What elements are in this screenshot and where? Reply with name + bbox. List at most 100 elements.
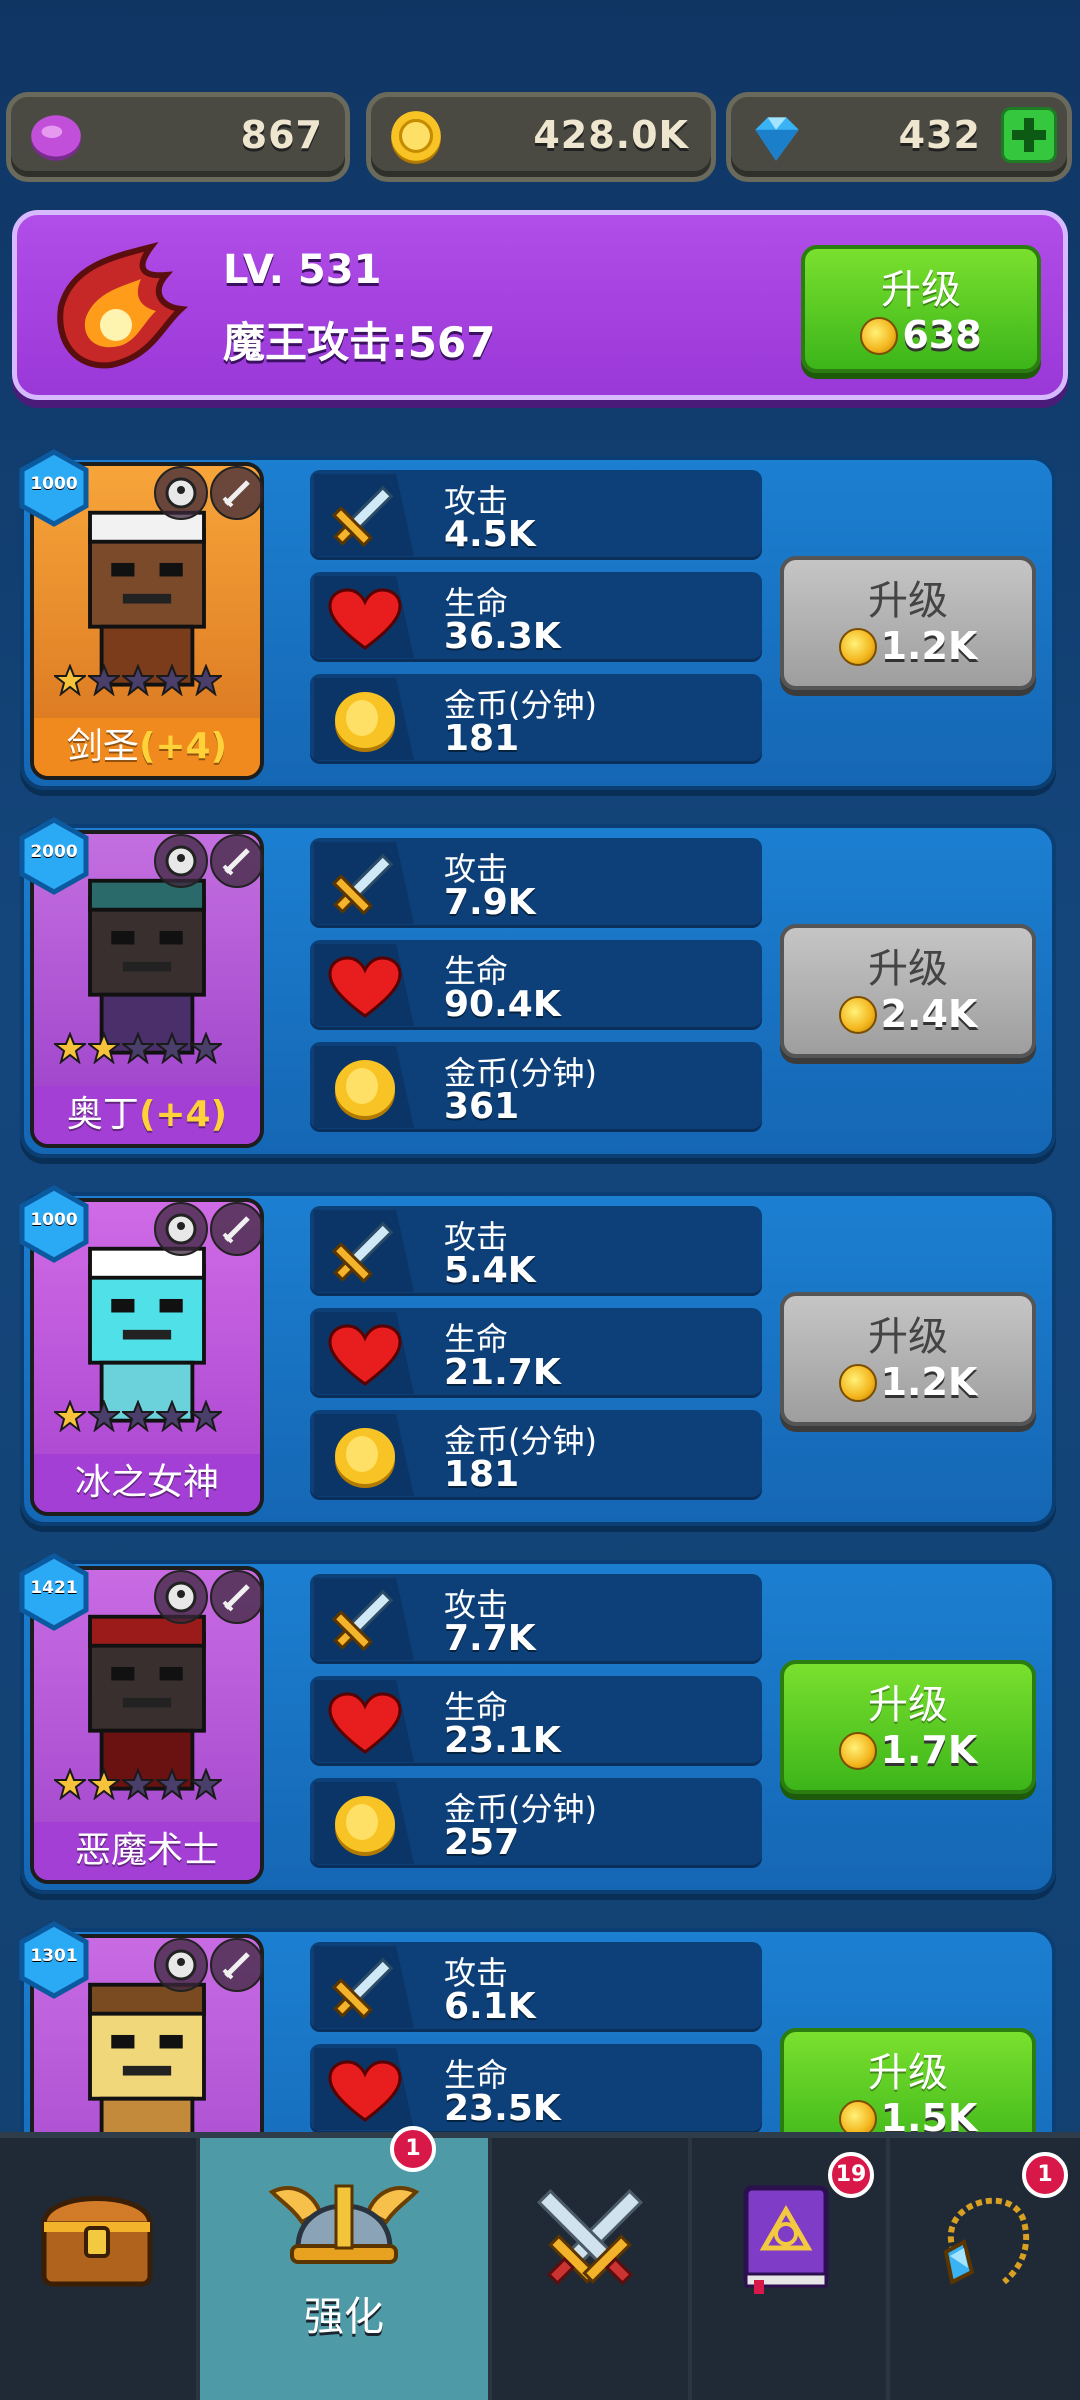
hero-level-badge: 1000 (14, 448, 94, 528)
bottom-nav: 强化 1 19 1 (0, 2126, 1080, 2400)
attack-value: 7.7K (444, 1618, 536, 1659)
hero-card: 奥丁(+4) 2000 攻击 7.9K 生命 90.4K 金币(分钟) 361 … (19, 817, 1056, 1158)
attack-stat: 攻击 7.7K (310, 1574, 762, 1664)
hero-stars (54, 1768, 224, 1808)
crossed-swords-icon (536, 2188, 644, 2286)
attack-stat: 攻击 4.5K (310, 470, 762, 560)
upgrade-cost: 1.2K (784, 1360, 1032, 1404)
boss-panel: LV. 531 魔王攻击:567 升级 638 (12, 210, 1068, 400)
nav-chest[interactable] (0, 2138, 196, 2400)
hero-level-badge: 2000 (14, 816, 94, 896)
star-empty-icon (156, 1768, 188, 1800)
hero-weapon-icon (210, 1570, 264, 1624)
hero-stars (54, 664, 224, 704)
star-filled-icon (54, 1032, 86, 1064)
sword-icon (331, 485, 394, 548)
plus-icon (1012, 118, 1046, 152)
boss-upgrade-button[interactable]: 升级 638 (801, 245, 1041, 373)
hero-weapon-icon (210, 466, 264, 520)
upgrade-label: 升级 (868, 578, 948, 624)
boss-attack: 魔王攻击:567 (223, 318, 496, 367)
star-empty-icon (122, 1768, 154, 1800)
hp-value: 23.5K (444, 2088, 561, 2129)
star-empty-icon (88, 1400, 120, 1432)
spellbook-notification-badge: 19 (828, 2152, 874, 2198)
hero-upgrade-button[interactable]: 升级 1.7K (780, 1660, 1036, 1794)
currency-bar: 867 428.0K 432 (6, 92, 1074, 182)
gold-coin-icon (391, 111, 441, 164)
hero-class-icon (154, 834, 208, 888)
coin-icon (838, 1732, 877, 1770)
gold-value: 181 (444, 1454, 520, 1495)
hero-stars (54, 1032, 224, 1072)
gold-value: 361 (444, 1086, 520, 1127)
attack-value: 7.9K (444, 882, 536, 923)
hero-upgrade-button[interactable]: 升级 1.2K (780, 556, 1036, 690)
hp-stat: 生命 90.4K (310, 940, 762, 1030)
coin-icon (838, 1364, 877, 1402)
star-filled-icon (54, 1768, 86, 1800)
star-empty-icon (156, 1032, 188, 1064)
star-filled-icon (54, 1400, 86, 1432)
star-empty-icon (190, 664, 222, 696)
attack-stat: 攻击 7.9K (310, 838, 762, 928)
star-filled-icon (54, 664, 86, 696)
hero-weapon-icon (210, 834, 264, 888)
hp-value: 36.3K (444, 616, 561, 657)
gold-stat: 金币(分钟) 181 (310, 674, 762, 764)
gold-value: 181 (444, 718, 520, 759)
attack-value: 4.5K (444, 514, 536, 555)
hero-name: 冰之女神(+4) (34, 1454, 260, 1512)
attack-stat: 攻击 6.1K (310, 1942, 762, 2032)
upgrade-label: 升级 (868, 1314, 948, 1360)
hp-stat: 生命 36.3K (310, 572, 762, 662)
upgrade-label: 升级 (881, 267, 961, 313)
gem-count: 867 (240, 113, 323, 157)
gold-counter: 428.0K (366, 92, 716, 182)
hero-level-badge: 1000 (14, 1184, 94, 1264)
nav-amulet[interactable]: 1 (890, 2138, 1080, 2400)
hero-upgrade-button[interactable]: 升级 1.2K (780, 1292, 1036, 1426)
nav-enhance-label: 强化 (304, 2294, 384, 2340)
upgrade-cost: 2.4K (784, 992, 1032, 1036)
nav-enhance[interactable]: 强化 1 (196, 2126, 492, 2400)
heart-icon (328, 956, 402, 1018)
heart-icon (328, 1692, 402, 1754)
gold-coin-icon (335, 1428, 395, 1488)
coin-icon (838, 628, 877, 666)
hero-stars (54, 1400, 224, 1440)
diamond-icon (755, 117, 799, 161)
gold-coin-icon (335, 1796, 395, 1856)
heart-icon (328, 1324, 402, 1386)
star-empty-icon (190, 1400, 222, 1432)
gold-value: 257 (444, 1822, 520, 1863)
gold-count: 428.0K (533, 113, 689, 157)
star-empty-icon (122, 664, 154, 696)
diamond-counter: 432 (726, 92, 1072, 182)
spellbook-icon (743, 2185, 829, 2294)
amulet-notification-badge: 1 (1022, 2152, 1068, 2198)
star-empty-icon (190, 1768, 222, 1800)
purple-gem-icon (31, 115, 81, 161)
gold-coin-icon (335, 692, 395, 752)
star-empty-icon (88, 664, 120, 696)
hp-value: 23.1K (444, 1720, 561, 1761)
hero-name: 剑圣(+4) (34, 718, 260, 776)
gem-counter: 867 (6, 92, 350, 182)
gold-stat: 金币(分钟) 181 (310, 1410, 762, 1500)
gold-stat: 金币(分钟) 257 (310, 1778, 762, 1868)
nav-battle[interactable] (492, 2138, 688, 2400)
upgrade-label: 升级 (868, 2050, 948, 2096)
hero-class-icon (154, 1202, 208, 1256)
hero-upgrade-button[interactable]: 升级 2.4K (780, 924, 1036, 1058)
hero-level-badge: 1421 (14, 1552, 94, 1632)
star-empty-icon (122, 1032, 154, 1064)
add-diamonds-button[interactable] (1001, 107, 1057, 163)
treasure-chest-icon (41, 2196, 153, 2287)
star-filled-icon (88, 1032, 120, 1064)
hp-value: 90.4K (444, 984, 561, 1025)
hp-stat: 生命 21.7K (310, 1308, 762, 1398)
hero-weapon-icon (210, 1202, 264, 1256)
nav-spellbook[interactable]: 19 (692, 2138, 886, 2400)
star-empty-icon (122, 1400, 154, 1432)
